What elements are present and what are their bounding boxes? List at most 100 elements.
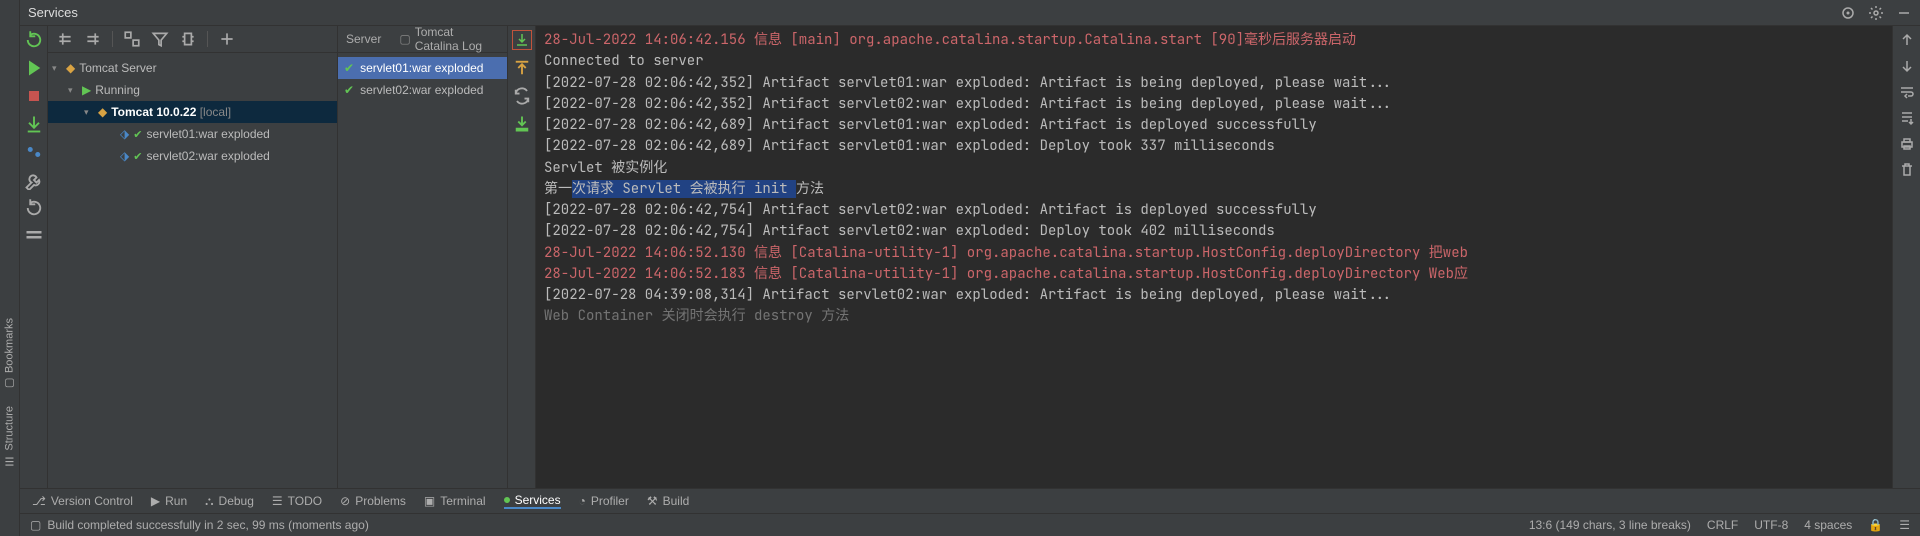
rerun-icon[interactable] <box>24 30 44 50</box>
content-row: ▾ ◆ Tomcat Server ▾ ▶ Running ▾ ◆ Tomcat… <box>20 26 1920 488</box>
vtab-bookmarks[interactable]: ▢ Bookmarks <box>1 310 18 398</box>
undeploy-icon[interactable] <box>512 58 532 78</box>
check-icon: ✔ <box>344 83 354 97</box>
tab-run[interactable]: ▶Run <box>151 494 187 508</box>
console-line: Connected to server <box>544 52 704 70</box>
status-indent[interactable]: 4 spaces <box>1804 518 1852 532</box>
notification-icon[interactable]: ☰ <box>1899 518 1910 532</box>
tree-node-tomcat-server[interactable]: ▾ ◆ Tomcat Server <box>48 57 337 79</box>
print-icon[interactable] <box>1899 136 1915 152</box>
vtab-structure[interactable]: ☰ Structure <box>1 398 18 476</box>
minimize-icon[interactable] <box>1896 5 1912 21</box>
scroll-end-icon[interactable] <box>1899 110 1915 126</box>
tab-label: Debug <box>219 494 254 508</box>
status-encoding[interactable]: UTF-8 <box>1754 518 1788 532</box>
tab-profiler[interactable]: ◔ Profiler <box>579 494 629 508</box>
console-panel: 28-Jul-2022 14:06:42.156 信息 [main] org.a… <box>508 26 1892 488</box>
console-line: [2022-07-28 02:06:42,689] Artifact servl… <box>544 137 1275 155</box>
log-icon: ▢ <box>399 32 410 46</box>
artifact-icon: ⬗ <box>120 127 129 141</box>
lock-icon[interactable]: 🔒 <box>1868 518 1883 532</box>
status-bar: ▢ Build completed successfully in 2 sec,… <box>20 513 1920 536</box>
check-icon: ✔ <box>344 61 354 75</box>
terminal-icon: ▣ <box>424 494 435 508</box>
tomcat-icon: ◆ <box>98 105 107 119</box>
tree-label: Running <box>95 83 140 97</box>
status-eol[interactable]: CRLF <box>1707 518 1738 532</box>
tab-build[interactable]: ⚒Build <box>647 494 689 508</box>
left-vertical-tabstrip: ▢ Bookmarks ☰ Structure <box>0 0 20 536</box>
chevron-down-icon: ▾ <box>68 85 78 96</box>
tab-problems[interactable]: ⊘Problems <box>340 494 406 508</box>
breakpoint-icon[interactable] <box>24 142 44 162</box>
stop-icon[interactable] <box>24 86 44 106</box>
arrow-up-icon[interactable] <box>1899 32 1915 48</box>
artifact-row[interactable]: ✔ servlet01:war exploded <box>338 57 507 79</box>
gauge-icon: ◔ <box>579 494 586 508</box>
tool-window-title: Services <box>28 5 78 20</box>
console-line: [2022-07-28 02:06:42,754] Artifact servl… <box>544 201 1317 219</box>
layout-icon[interactable] <box>24 226 44 246</box>
run-icon[interactable] <box>24 58 44 78</box>
tab-services[interactable]: Services <box>504 493 561 509</box>
services-tree[interactable]: ▾ ◆ Tomcat Server ▾ ▶ Running ▾ ◆ Tomcat… <box>48 53 337 488</box>
console-selection: 次请求 Servlet 会被执行 init <box>572 180 796 198</box>
collapse-icon[interactable]: ▢ <box>30 518 41 532</box>
tab-label: Services <box>515 493 561 507</box>
bookmark-icon: ▢ <box>3 377 16 390</box>
status-message: Build completed successfully in 2 sec, 9… <box>47 518 368 532</box>
tree-node-artifact[interactable]: ⬗ ✔ servlet01:war exploded <box>48 123 337 145</box>
titlebar-actions <box>1840 5 1912 21</box>
tab-label: Profiler <box>591 494 629 508</box>
tab-todo[interactable]: ☰TODO <box>272 494 322 508</box>
link-icon[interactable] <box>179 30 197 48</box>
collapse-all-icon[interactable] <box>84 30 102 48</box>
tab-server[interactable]: Server <box>346 32 381 46</box>
console-line: [2022-07-28 02:06:42,352] Artifact servl… <box>544 74 1392 92</box>
tree-node-running[interactable]: ▾ ▶ Running <box>48 79 337 101</box>
tab-label: Terminal <box>440 494 485 508</box>
deploy-icon[interactable] <box>512 30 532 50</box>
refresh-icon[interactable] <box>24 198 44 218</box>
group-icon[interactable] <box>123 30 141 48</box>
expand-all-icon[interactable] <box>56 30 74 48</box>
download-icon[interactable] <box>512 114 532 134</box>
tab-terminal[interactable]: ▣ Terminal <box>424 494 486 508</box>
status-dot-icon <box>504 497 510 503</box>
filter-icon[interactable] <box>151 30 169 48</box>
deploy-icon[interactable] <box>24 114 44 134</box>
tab-label: Run <box>165 494 187 508</box>
sync-icon[interactable] <box>512 86 532 106</box>
tab-catalina-log[interactable]: ▢ Tomcat Catalina Log <box>399 25 499 53</box>
play-icon: ▶ <box>82 83 91 97</box>
tab-debug[interactable]: ⛬ Debug <box>205 494 254 509</box>
trash-icon[interactable] <box>1899 162 1915 178</box>
tree-node-artifact[interactable]: ⬗ ✔ servlet02:war exploded <box>48 145 337 167</box>
add-icon[interactable] <box>218 30 236 48</box>
structure-icon: ☰ <box>3 455 16 468</box>
list-icon: ☰ <box>272 494 283 508</box>
artifact-row[interactable]: ✔ servlet02:war exploded <box>338 79 507 101</box>
bottom-tool-tabs: ⎇Version Control ▶Run ⛬ Debug ☰TODO ⊘Prob… <box>20 488 1920 513</box>
status-left: ▢ Build completed successfully in 2 sec,… <box>30 518 369 532</box>
status-position[interactable]: 13:6 (149 chars, 3 line breaks) <box>1529 518 1691 532</box>
warning-icon: ⊘ <box>340 494 350 508</box>
tomcat-icon: ◆ <box>66 61 75 75</box>
console-line: 28-Jul-2022 14:06:52.130 信息 [Catalina-ut… <box>544 244 1468 262</box>
gear-icon[interactable] <box>1868 5 1884 21</box>
run-action-column <box>20 26 48 488</box>
chevron-down-icon: ▾ <box>84 107 94 118</box>
tree-label: Tomcat 10.0.22 [local] <box>111 105 231 119</box>
bug-icon: ⛬ <box>205 494 213 509</box>
target-icon[interactable] <box>1840 5 1856 21</box>
wrench-icon[interactable] <box>24 170 44 190</box>
console-line: [2022-07-28 02:06:42,352] Artifact servl… <box>544 95 1392 113</box>
soft-wrap-icon[interactable] <box>1899 84 1915 100</box>
console-output[interactable]: 28-Jul-2022 14:06:42.156 信息 [main] org.a… <box>536 26 1892 488</box>
tab-version-control[interactable]: ⎇Version Control <box>32 494 133 508</box>
arrow-down-icon[interactable] <box>1899 58 1915 74</box>
vtab-label: Structure <box>4 406 16 451</box>
tree-node-config[interactable]: ▾ ◆ Tomcat 10.0.22 [local] <box>48 101 337 123</box>
console-line: 28-Jul-2022 14:06:42.156 信息 [main] org.a… <box>544 31 1356 49</box>
tab-label: Version Control <box>51 494 133 508</box>
